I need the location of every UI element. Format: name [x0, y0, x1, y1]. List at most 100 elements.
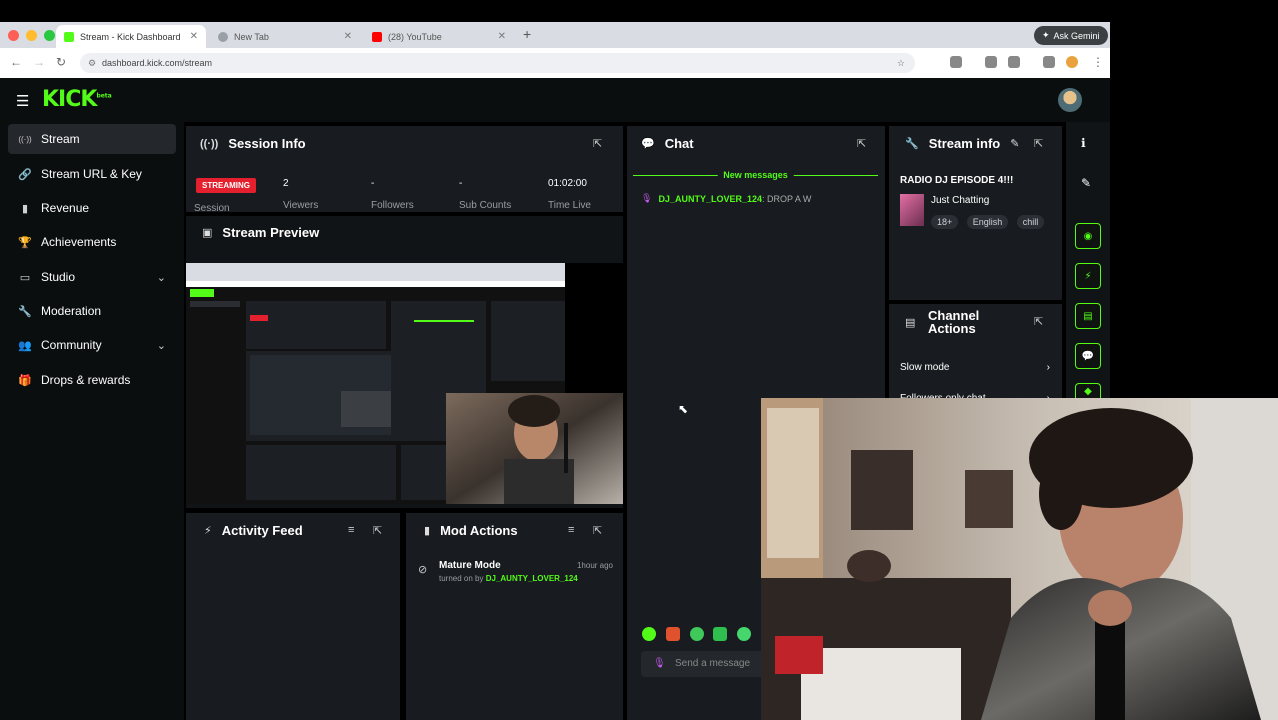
back-arrow-icon[interactable]: ←: [10, 55, 22, 69]
mod-action-title: Mature Mode: [439, 560, 501, 571]
tag[interactable]: English: [966, 215, 1009, 229]
chat-action-icon[interactable]: 💬: [1075, 343, 1101, 369]
emote-icon[interactable]: [713, 627, 727, 641]
popout-icon[interactable]: ⇱: [593, 137, 602, 150]
panel-title: Session Info: [228, 136, 306, 151]
lightning-action-icon[interactable]: ⚡: [1075, 263, 1101, 289]
profile-icon[interactable]: [1066, 56, 1078, 68]
stream-icon: ((·)): [18, 134, 32, 144]
tag[interactable]: chill: [1016, 215, 1045, 229]
bookmark-star-icon[interactable]: ☆: [897, 53, 905, 73]
edit-pencil-icon[interactable]: ✎: [1010, 137, 1019, 150]
kick-favicon-icon: [64, 31, 74, 42]
row-label: Slow mode: [900, 362, 950, 373]
sidepanel-icon[interactable]: [1043, 56, 1055, 68]
mod-action-detail: turned on by DJ_AUNTY_LOVER_124: [439, 574, 578, 583]
panel-title: Stream info: [928, 136, 1001, 151]
extension-icon[interactable]: [950, 56, 962, 68]
camera-action-icon[interactable]: ◉: [1075, 223, 1101, 249]
sidebar-item-stream-url-key[interactable]: 🔗 Stream URL & Key: [8, 159, 176, 189]
sidebar-item-studio[interactable]: ▭ Studio ⌄: [8, 262, 176, 292]
sidebar-item-revenue[interactable]: ▮ Revenue: [8, 193, 176, 223]
youtube-favicon-icon: [372, 31, 382, 42]
panel-title: Chat: [664, 136, 694, 151]
emote-icon[interactable]: [737, 627, 751, 641]
chat-message: 🎙 DJ_AUNTY_LOVER_124: DROP A W: [641, 193, 811, 204]
sidebar-item-moderation[interactable]: 🔧 Moderation: [8, 296, 176, 326]
stat-label: Time Live: [548, 200, 591, 211]
emote-icon[interactable]: [642, 627, 656, 641]
stream-preview-video[interactable]: [186, 263, 623, 504]
sidebar-item-community[interactable]: 👥 Community ⌄: [8, 330, 176, 360]
reload-icon[interactable]: ↻: [56, 55, 66, 69]
broadcast-icon: ((·)): [200, 137, 219, 150]
kick-logo[interactable]: KICKbeta: [42, 87, 112, 112]
close-tab-icon[interactable]: ✕: [498, 31, 506, 42]
minimize-window-button[interactable]: [26, 30, 37, 41]
site-info-icon[interactable]: ⚙: [88, 53, 96, 73]
ask-gemini-button[interactable]: ✦ Ask Gemini: [1034, 26, 1108, 45]
mod-action-detail-prefix: turned on by: [439, 574, 484, 583]
close-tab-icon[interactable]: ✕: [190, 31, 198, 42]
stat-label: Viewers: [283, 200, 319, 211]
slow-mode-row[interactable]: Slow mode ›: [900, 362, 1050, 373]
avatar[interactable]: [1058, 88, 1082, 112]
extension-icon[interactable]: [985, 56, 997, 68]
category-name[interactable]: Just Chatting: [931, 195, 989, 206]
panel-header: ⚡ Activity Feed: [204, 523, 303, 538]
people-icon: 👥: [18, 339, 32, 352]
panel-header: ▣ Stream Preview: [202, 225, 319, 240]
extension-icon[interactable]: [1008, 56, 1020, 68]
mod-action-user[interactable]: DJ_AUNTY_LOVER_124: [486, 574, 578, 583]
tab-label: (28) YouTube: [388, 31, 442, 42]
browser-tab-youtube[interactable]: (28) YouTube ✕: [364, 25, 514, 48]
popout-icon[interactable]: ⇱: [373, 524, 382, 537]
url-field[interactable]: ⚙ dashboard.kick.com/stream ☆: [80, 53, 915, 73]
category-thumbnail[interactable]: [900, 194, 924, 226]
browser-tab-kick[interactable]: Stream - Kick Dashboard ✕: [56, 25, 206, 48]
eye-off-icon: ⊘: [418, 564, 428, 576]
chat-text: : DROP A W: [761, 193, 812, 204]
sidebar-item-drops-rewards[interactable]: 🎁 Drops & rewards: [8, 365, 176, 395]
forward-arrow-icon[interactable]: →: [33, 55, 45, 69]
sidebar-item-achievements[interactable]: 🏆 Achievements: [8, 227, 176, 257]
more-action-icon[interactable]: ◆: [1075, 383, 1101, 398]
chat-input[interactable]: 🎙 Send a message: [641, 651, 771, 677]
new-messages-divider[interactable]: New messages: [633, 170, 878, 181]
popout-icon[interactable]: ⇱: [593, 524, 602, 537]
chevron-down-icon[interactable]: ⌄: [157, 339, 166, 352]
edit-pencil-icon[interactable]: ✎: [1081, 176, 1091, 190]
emote-icon[interactable]: [666, 627, 680, 641]
sidebar-item-stream[interactable]: ((·)) Stream: [8, 124, 176, 154]
trophy-icon: 🏆: [18, 236, 32, 249]
stat-value: -: [371, 178, 375, 189]
emote-icon[interactable]: [690, 627, 704, 641]
popout-icon[interactable]: ⇱: [857, 137, 866, 150]
popout-icon[interactable]: ⇱: [1034, 137, 1043, 150]
sidebar-item-label: Studio: [41, 270, 76, 284]
browser-tab-newtab[interactable]: New Tab ✕: [210, 25, 360, 48]
chat-username[interactable]: DJ_AUNTY_LOVER_124: [658, 194, 762, 204]
panel-header: ▮ Mod Actions: [424, 523, 518, 538]
popout-icon[interactable]: ⇱: [1034, 315, 1043, 328]
tag[interactable]: 18+: [931, 215, 959, 229]
chrome-favicon-icon: [218, 31, 228, 42]
maximize-window-button[interactable]: [44, 30, 55, 41]
filter-icon[interactable]: ≡: [568, 524, 574, 536]
browser-menu-icon[interactable]: ⋮: [1092, 55, 1104, 69]
close-window-button[interactable]: [8, 30, 19, 41]
stat-value: -: [459, 178, 463, 189]
lock-icon: ▤: [905, 317, 916, 329]
gemini-label: Ask Gemini: [1053, 30, 1100, 41]
hamburger-menu-icon[interactable]: ☰: [16, 92, 29, 110]
mod-action-time: 1hour ago: [576, 561, 613, 570]
info-icon[interactable]: ℹ: [1081, 136, 1086, 150]
stream-title: RADIO DJ EPISODE 4!!!: [900, 175, 1014, 186]
chevron-down-icon[interactable]: ⌄: [157, 271, 166, 284]
mod-actions-panel: ▮ Mod Actions ≡ ⇱ ⊘ Mature Mode 1hour ag…: [406, 513, 623, 720]
filter-icon[interactable]: ≡: [348, 524, 354, 536]
note-action-icon[interactable]: ▤: [1075, 303, 1101, 329]
close-tab-icon[interactable]: ✕: [344, 31, 352, 42]
sidebar: ((·)) Stream 🔗 Stream URL & Key ▮ Revenue 🏆 Ach…: [0, 122, 184, 720]
new-tab-button[interactable]: +: [523, 26, 531, 42]
